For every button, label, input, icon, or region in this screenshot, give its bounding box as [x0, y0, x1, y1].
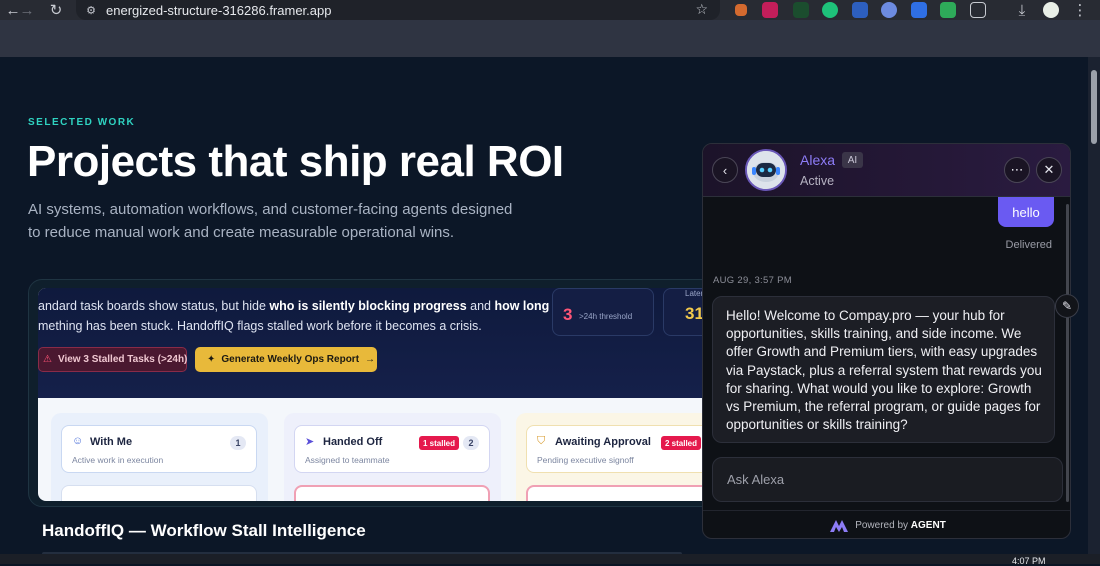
count-badge: 2: [463, 436, 479, 450]
robot-icon: [747, 151, 785, 189]
address-bar[interactable]: ⚙ energized-structure-316286.framer.app …: [76, 0, 720, 20]
column-awaiting-approval: ⛉ Awaiting Approval 2 stalled Pending ex…: [516, 413, 718, 501]
agent-avatar: [745, 149, 787, 191]
profile-avatar-icon[interactable]: [1043, 2, 1059, 18]
bookmarks-bar: [0, 20, 1100, 57]
forward-icon[interactable]: →: [16, 0, 38, 20]
project-title[interactable]: HandoffIQ — Workflow Stall Intelligence: [42, 521, 366, 541]
dashboard-header: andard task boards show status, but hide…: [38, 288, 718, 398]
extensions-puzzle-icon[interactable]: [970, 2, 986, 18]
site-info-icon[interactable]: ⚙: [80, 0, 102, 20]
bookmark-star-icon[interactable]: ☆: [695, 1, 708, 18]
task-card[interactable]: [61, 485, 257, 501]
column-title: Handed Off: [323, 436, 383, 448]
reload-icon[interactable]: ↻: [45, 0, 67, 20]
project-card[interactable]: andard task boards show status, but hide…: [28, 279, 728, 507]
count-badge: 1: [230, 436, 246, 450]
chat-header: ‹ Alexa AI Active ⋯ ✕: [703, 144, 1070, 197]
generate-report-button[interactable]: ✦ Generate Weekly Ops Report →: [195, 347, 377, 372]
page-title: Projects that ship real ROI: [27, 137, 564, 186]
extension-folder-icon[interactable]: [911, 2, 927, 18]
agent-message: Hello! Welcome to Compay.pro — your hub …: [712, 296, 1055, 443]
sparkle-icon: ✦: [207, 354, 216, 365]
scrollbar-thumb[interactable]: [1091, 70, 1097, 144]
chat-scrollbar[interactable]: [1066, 204, 1069, 502]
column-header: ☺ With Me 1 Active work in execution: [61, 425, 257, 473]
column-header: ➤ Handed Off 1 stalled 2 Assigned to tea…: [294, 425, 490, 473]
metric-label: >24h threshold: [579, 312, 633, 321]
description-text: mething has been stuck.: [38, 319, 174, 333]
column-header: ⛉ Awaiting Approval 2 stalled Pending ex…: [526, 425, 718, 473]
chat-footer: Powered by AGENT: [703, 510, 1070, 538]
agent-logo-icon: [830, 519, 849, 532]
column-subtitle: Assigned to teammate: [305, 455, 390, 465]
url-text[interactable]: energized-structure-316286.framer.app: [106, 3, 331, 18]
description-bold: who is silently blocking progress: [269, 299, 467, 313]
agent-name: Alexa: [800, 152, 836, 168]
chat-widget: ‹ Alexa AI Active ⋯ ✕ hello Delivered AU…: [702, 143, 1071, 539]
task-card[interactable]: [526, 485, 718, 501]
extension-pen-icon[interactable]: [735, 4, 747, 16]
agent-status: Active: [800, 174, 835, 188]
back-button[interactable]: ‹: [712, 157, 738, 183]
project-screenshot: andard task boards show status, but hide…: [38, 288, 718, 501]
column-title: Awaiting Approval: [555, 436, 651, 448]
description-text: and: [466, 299, 495, 313]
user-icon: ☺: [72, 435, 84, 447]
extension-blue-icon[interactable]: [852, 2, 868, 18]
edit-icon[interactable]: ✎: [1055, 294, 1079, 318]
browser-menu-icon[interactable]: ⋮: [1069, 0, 1091, 20]
ai-badge: AI: [842, 152, 863, 168]
user-message: hello: [998, 197, 1054, 227]
extension-w-icon[interactable]: [793, 2, 809, 18]
column-subtitle: Active work in execution: [72, 455, 164, 465]
browser-chrome: ← → ↻ ⚙ energized-structure-316286.frame…: [0, 0, 1100, 57]
message-timestamp: AUG 29, 3:57 PM: [713, 275, 792, 286]
shield-icon: ⛉: [537, 435, 546, 447]
column-handed-off: ➤ Handed Off 1 stalled 2 Assigned to tea…: [284, 413, 501, 501]
powered-by-brand: AGENT: [910, 520, 946, 531]
metric-value: 3: [563, 305, 573, 324]
description-text: andard task boards show status, but hide: [38, 299, 270, 313]
column-title: With Me: [90, 436, 133, 448]
stalled-badge: 1 stalled: [419, 436, 460, 450]
section-eyebrow: SELECTED WORK: [28, 117, 136, 128]
send-icon: ➤: [305, 436, 315, 448]
extension-green-icon[interactable]: [822, 2, 838, 18]
close-button[interactable]: ✕: [1036, 157, 1062, 183]
button-label: View 3 Stalled Tasks (>24h): [57, 354, 188, 365]
more-options-button[interactable]: ⋯: [1004, 157, 1030, 183]
description-bold: how long: [494, 299, 550, 313]
extension-shield-icon[interactable]: [762, 2, 778, 18]
view-stalled-tasks-button[interactable]: ⚠ View 3 Stalled Tasks (>24h): [38, 347, 187, 372]
task-card[interactable]: [294, 485, 490, 501]
stalled-badge: 2 stalled: [661, 436, 702, 450]
warning-icon: ⚠: [43, 354, 52, 365]
description-text: HandoffIQ flags stalled work before it b…: [173, 319, 482, 333]
download-icon[interactable]: ⤓: [1011, 0, 1033, 20]
browser-toolbar: ← → ↻ ⚙ energized-structure-316286.frame…: [0, 0, 1100, 20]
extension-profile-icon[interactable]: [881, 2, 897, 18]
column-with-me: ☺ With Me 1 Active work in execution: [51, 413, 268, 501]
button-label: Generate Weekly Ops Report: [221, 354, 360, 365]
os-taskbar: [0, 554, 1100, 564]
project-description: andard task boards show status, but hide…: [38, 296, 549, 336]
arrow-right-icon: →: [365, 354, 376, 365]
powered-by[interactable]: Powered by AGENT: [855, 520, 946, 531]
chat-input[interactable]: Ask Alexa: [712, 457, 1063, 502]
taskbar-clock: 4:07 PM: [1012, 556, 1046, 566]
stalled-metric: 3 >24h threshold: [552, 288, 654, 336]
page-subtitle: AI systems, automation workflows, and cu…: [28, 201, 513, 241]
extension-game-icon[interactable]: [940, 2, 956, 18]
column-subtitle: Pending executive signoff: [537, 455, 634, 465]
delivery-status: Delivered: [1005, 239, 1052, 251]
powered-by-label: Powered by: [855, 520, 909, 531]
